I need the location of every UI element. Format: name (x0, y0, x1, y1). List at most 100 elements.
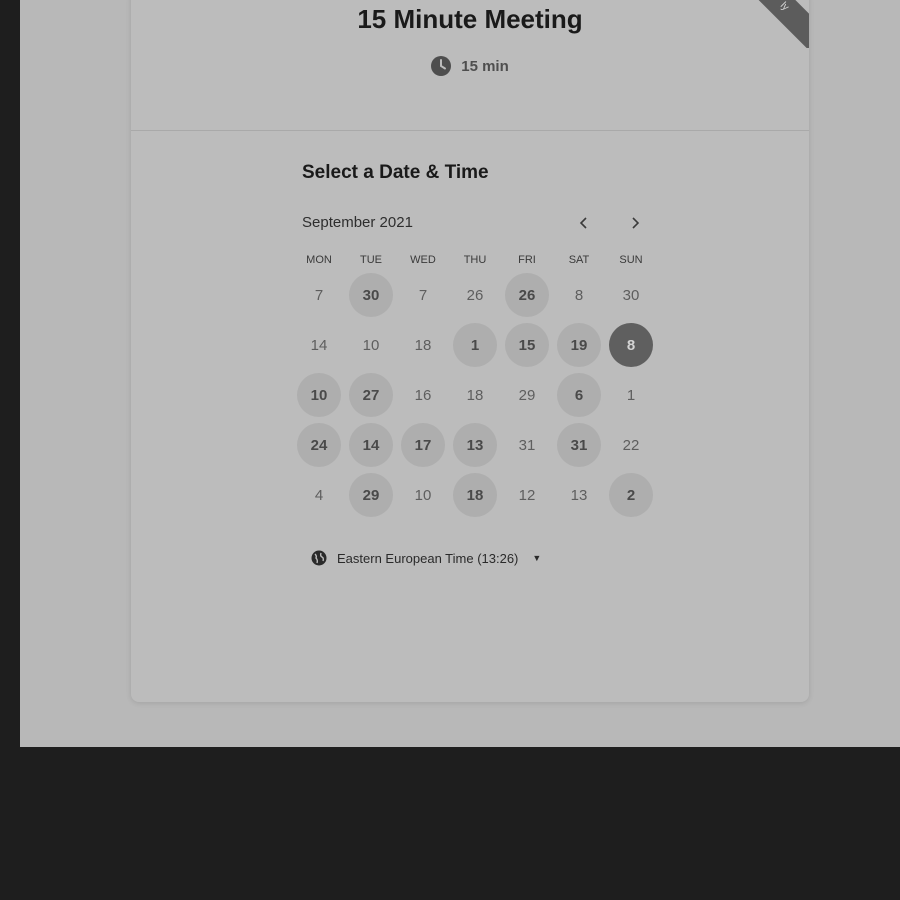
available-day[interactable]: 27 (345, 370, 397, 420)
unavailable-day: 22 (605, 420, 657, 470)
day-number: 4 (314, 486, 324, 504)
timezone-label: Eastern European Time (13:26) (337, 550, 519, 566)
day-number: 6 (557, 373, 601, 417)
calendar-week: 4 29 10 18 12 13 2 (293, 470, 657, 520)
day-number: 18 (466, 386, 484, 404)
day-number: 14 (349, 423, 393, 467)
day-number: 26 (505, 273, 549, 317)
prev-month-button[interactable] (571, 210, 597, 236)
page-area: ly 15 Minute Meeting 15 min Select a Dat… (20, 0, 900, 747)
available-day[interactable]: 15 (501, 320, 553, 370)
unavailable-day: 18 (397, 320, 449, 370)
unavailable-day: 29 (501, 370, 553, 420)
available-day[interactable]: 26 (501, 270, 553, 320)
day-number: 1 (453, 323, 497, 367)
caret-down-icon: ▼ (532, 553, 542, 563)
next-month-button[interactable] (622, 210, 648, 236)
day-number: 30 (622, 286, 640, 304)
unavailable-day: 10 (397, 470, 449, 520)
unavailable-day: 26 (449, 270, 501, 320)
day-number: 8 (609, 323, 653, 367)
day-number: 30 (349, 273, 393, 317)
weekday-label: SUN (619, 254, 643, 266)
day-number: 29 (349, 473, 393, 517)
day-number: 13 (570, 486, 588, 504)
section-title: Select a Date & Time (302, 162, 489, 183)
clock-icon (431, 56, 452, 76)
month-navigation: September 2021 (302, 214, 651, 238)
day-number: 19 (557, 323, 601, 367)
day-number: 10 (362, 336, 380, 354)
day-number: 26 (466, 286, 484, 304)
available-day[interactable]: 29 (345, 470, 397, 520)
day-number: 1 (626, 386, 636, 404)
weekday-label: FRI (518, 254, 536, 266)
calendar-week: 24 14 17 13 31 31 22 (293, 420, 657, 470)
day-number: 24 (297, 423, 341, 467)
day-number: 15 (505, 323, 549, 367)
day-number: 18 (453, 473, 497, 517)
weekday-label: WED (410, 254, 436, 266)
event-title: 15 Minute Meeting (357, 4, 583, 34)
unavailable-day: 30 (605, 270, 657, 320)
available-day[interactable]: 24 (293, 420, 345, 470)
calendar-week: 14 10 18 1 15 19 8 (293, 320, 657, 370)
day-number: 18 (414, 336, 432, 354)
day-number: 7 (418, 286, 428, 304)
day-number: 10 (297, 373, 341, 417)
unavailable-day: 7 (293, 270, 345, 320)
unavailable-day: 13 (553, 470, 605, 520)
chevron-right-icon (632, 217, 640, 229)
day-number: 8 (574, 286, 584, 304)
calendar-grid: MON TUE WED THU FRI SAT SUN 7 30 7 26 26 8 30 1… (293, 250, 657, 520)
unavailable-day: 12 (501, 470, 553, 520)
day-number: 17 (401, 423, 445, 467)
available-day[interactable]: 14 (345, 420, 397, 470)
available-day[interactable]: 17 (397, 420, 449, 470)
available-day[interactable]: 18 (449, 470, 501, 520)
day-number: 12 (518, 486, 536, 504)
weekday-header: MON TUE WED THU FRI SAT SUN (293, 250, 657, 270)
unavailable-day: 14 (293, 320, 345, 370)
available-day[interactable]: 2 (605, 470, 657, 520)
unavailable-day: 18 (449, 370, 501, 420)
day-number: 7 (314, 286, 324, 304)
day-number: 31 (557, 423, 601, 467)
timezone-selector[interactable]: Eastern European Time (13:26) ▼ (311, 550, 541, 566)
chevron-left-icon (579, 217, 587, 229)
day-number: 27 (349, 373, 393, 417)
unavailable-day: 4 (293, 470, 345, 520)
weekday-label: TUE (360, 254, 382, 266)
event-duration: 15 min (131, 56, 809, 76)
day-number: 10 (414, 486, 432, 504)
available-day[interactable]: 10 (293, 370, 345, 420)
day-number: 14 (310, 336, 328, 354)
day-number: 22 (622, 436, 640, 454)
booking-card: ly 15 Minute Meeting 15 min Select a Dat… (131, 0, 809, 702)
day-number: 29 (518, 386, 536, 404)
event-header: 15 Minute Meeting 15 min (131, 0, 809, 131)
unavailable-day: 7 (397, 270, 449, 320)
weekday-label: MON (306, 254, 332, 266)
day-number: 2 (609, 473, 653, 517)
month-label: September 2021 (302, 214, 413, 231)
available-day[interactable]: 6 (553, 370, 605, 420)
weekday-label: SAT (568, 254, 590, 266)
available-day[interactable]: 1 (449, 320, 501, 370)
available-day[interactable]: 30 (345, 270, 397, 320)
day-number: 16 (414, 386, 432, 404)
available-day[interactable]: 13 (449, 420, 501, 470)
unavailable-day: 16 (397, 370, 449, 420)
unavailable-day: 10 (345, 320, 397, 370)
calendar-week: 7 30 7 26 26 8 30 (293, 270, 657, 320)
globe-icon (311, 550, 327, 566)
weekday-label: THU (463, 254, 487, 266)
available-day[interactable]: 31 (553, 420, 605, 470)
unavailable-day: 31 (501, 420, 553, 470)
selected-day[interactable]: 8 (605, 320, 657, 370)
unavailable-day: 1 (605, 370, 657, 420)
calendar-week: 10 27 16 18 29 6 1 (293, 370, 657, 420)
unavailable-day: 8 (553, 270, 605, 320)
available-day[interactable]: 19 (553, 320, 605, 370)
day-number: 31 (518, 436, 536, 454)
